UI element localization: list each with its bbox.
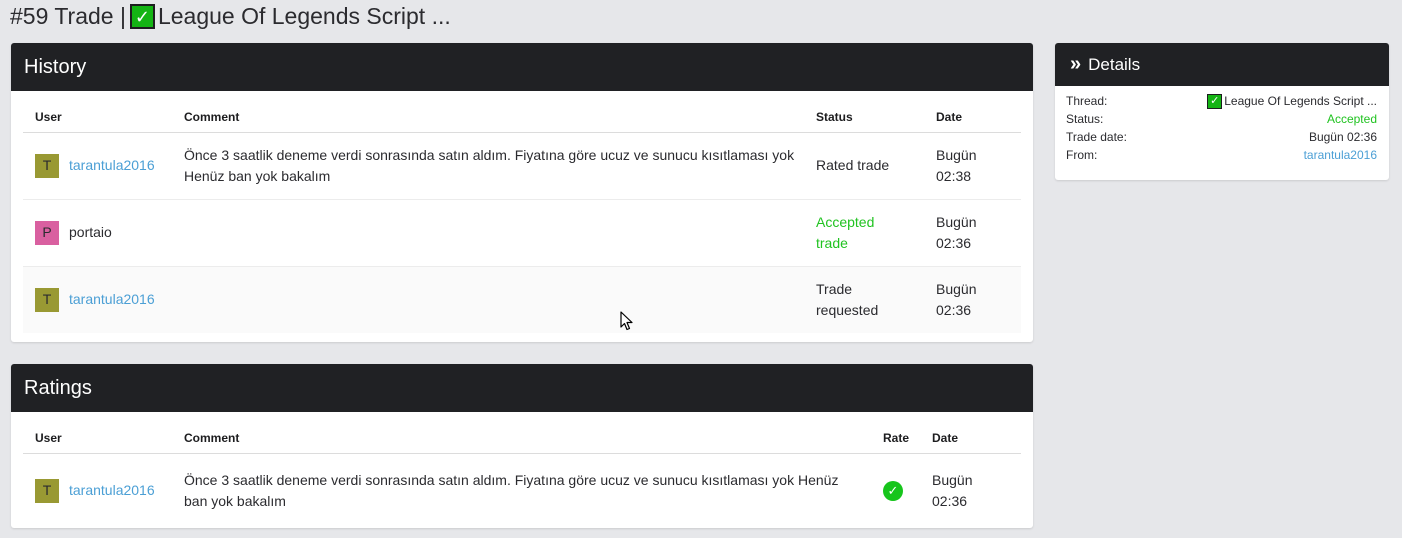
history-col-date: Date [936,91,1021,133]
details-list: Thread: ✓ League Of Legends Script ... S… [1055,86,1389,164]
history-date: Bugün 02:36 [936,266,1021,333]
ratings-header: Ratings [11,364,1033,412]
user-link[interactable]: tarantula2016 [69,155,155,176]
user-link[interactable]: portaio [69,222,112,243]
avatar[interactable]: P [35,220,59,245]
details-panel: » Details Thread: ✓ League Of Legends Sc… [1055,43,1389,180]
date-day: Bugün [932,471,973,488]
status-value: Accepted [1326,112,1377,126]
history-status: Accepted trade [816,213,875,251]
history-col-comment: Comment [184,91,816,133]
table-row: P portaio Accepted trade Bugün 02:36 [23,199,1021,266]
ratings-col-comment: Comment [184,412,883,454]
history-col-user: User [23,91,184,133]
detail-trade-date: Trade date: Bugün 02:36 [1066,128,1377,146]
page-title: #59 Trade | ✓ League Of Legends Script .… [10,3,451,30]
page-title-thread: League Of Legends Script ... [157,3,451,29]
history-comment: Önce 3 saatlik deneme verdi sonrasında s… [184,146,795,184]
date-time: 02:38 [936,167,972,184]
rating-date: Bugün 02:36 [932,453,1021,528]
history-header: History [11,43,1033,91]
mouse-cursor-icon [620,311,633,331]
date-time: 02:36 [936,234,972,251]
user-link[interactable]: tarantula2016 [69,289,155,310]
detail-label: Thread: [1066,94,1108,108]
double-chevron-right-icon: » [1070,53,1081,75]
date-day: Bugün [936,280,977,297]
ratings-col-rate: Rate [883,412,932,454]
history-status: Trade requested [816,280,879,318]
page-title-prefix: #59 Trade | [10,3,126,29]
date-day: Bugün [936,213,977,230]
avatar[interactable]: T [35,153,59,178]
check-circle-icon: ✓ [883,480,903,501]
history-table: User Comment Status Date T tarantula2016… [23,91,1021,333]
history-status: Rated trade [816,157,890,173]
history-comment [184,199,816,266]
check-mark-icon: ✓ [129,4,155,29]
from-user-link[interactable]: tarantula2016 [1304,146,1377,164]
user-link[interactable]: tarantula2016 [69,480,155,501]
history-comment [184,266,816,333]
detail-status: Status: Accepted [1066,110,1377,128]
date-time: 02:36 [936,301,972,318]
rating-comment: Önce 3 saatlik deneme verdi sonrasında s… [184,471,839,509]
detail-label: Trade date: [1066,130,1127,144]
date-time: 02:36 [932,492,968,509]
detail-label: Status: [1066,112,1104,126]
avatar[interactable]: T [35,478,59,503]
detail-thread: Thread: ✓ League Of Legends Script ... [1066,92,1377,110]
table-row: T tarantula2016 Önce 3 saatlik deneme ve… [23,453,1021,528]
table-row: T tarantula2016 Önce 3 saatlik deneme ve… [23,132,1021,199]
trade-date-value: Bugün 02:36 [1308,130,1377,144]
detail-from: From: tarantula2016 [1066,146,1377,164]
details-title: Details [1088,54,1141,74]
history-panel: History User Comment Status Date T taran… [11,43,1033,342]
avatar[interactable]: T [35,287,59,312]
ratings-col-date: Date [932,412,1021,454]
ratings-table: User Comment Rate Date T tarantula2016 Ö… [23,412,1021,528]
date-day: Bugün [936,146,977,163]
thread-link[interactable]: League Of Legends Script ... [1224,92,1377,110]
table-row: T tarantula2016 Trade requested Bugün 02… [23,266,1021,333]
history-date: Bugün 02:38 [936,132,1021,199]
ratings-panel: Ratings User Comment Rate Date T tarantu… [11,364,1033,528]
detail-label: From: [1066,148,1098,162]
history-date: Bugün 02:36 [936,199,1021,266]
details-header: » Details [1055,43,1389,86]
check-mark-icon: ✓ [1207,93,1223,109]
ratings-col-user: User [23,412,184,454]
history-col-status: Status [816,91,936,133]
